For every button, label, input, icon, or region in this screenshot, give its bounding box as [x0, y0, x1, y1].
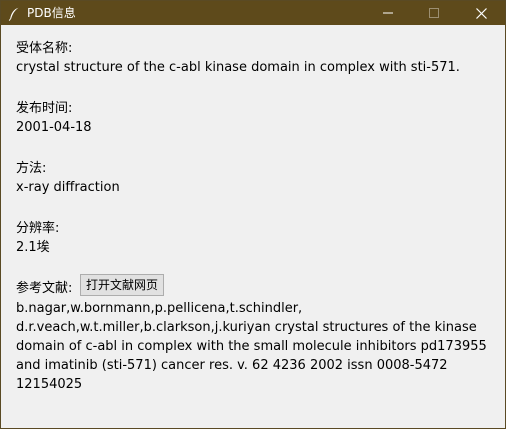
close-button[interactable] [457, 1, 505, 25]
method-value: x-ray diffraction [16, 180, 120, 195]
pdb-info-window: PDB信息 受体名称: crystal structure of the c-a… [0, 0, 506, 429]
feather-icon [8, 6, 20, 21]
release-date-value: 2001-04-18 [16, 120, 92, 135]
window-title: PDB信息 [27, 6, 76, 20]
method-label: 方法: [16, 161, 47, 176]
minimize-button[interactable] [365, 1, 411, 25]
reference-label: 参考文献: [16, 281, 73, 296]
open-reference-webpage-button[interactable]: 打开文献网页 [80, 274, 164, 296]
receptor-name-label: 受体名称: [16, 41, 73, 56]
release-date-label: 发布时间: [16, 101, 73, 116]
info-panel: 受体名称: crystal structure of the c-abl kin… [1, 25, 505, 428]
resolution-value: 2.1埃 [16, 240, 50, 255]
maximize-button[interactable] [411, 1, 457, 25]
title-bar[interactable]: PDB信息 [1, 1, 505, 25]
maximize-icon [429, 8, 439, 18]
close-icon [475, 7, 487, 19]
resolution-label: 分辨率: [16, 221, 60, 236]
reference-text: b.nagar,w.bornmann,p.pellicena,t.schindl… [16, 301, 487, 392]
minimize-icon [383, 12, 393, 14]
receptor-name-value: crystal structure of the c-abl kinase do… [16, 60, 460, 75]
